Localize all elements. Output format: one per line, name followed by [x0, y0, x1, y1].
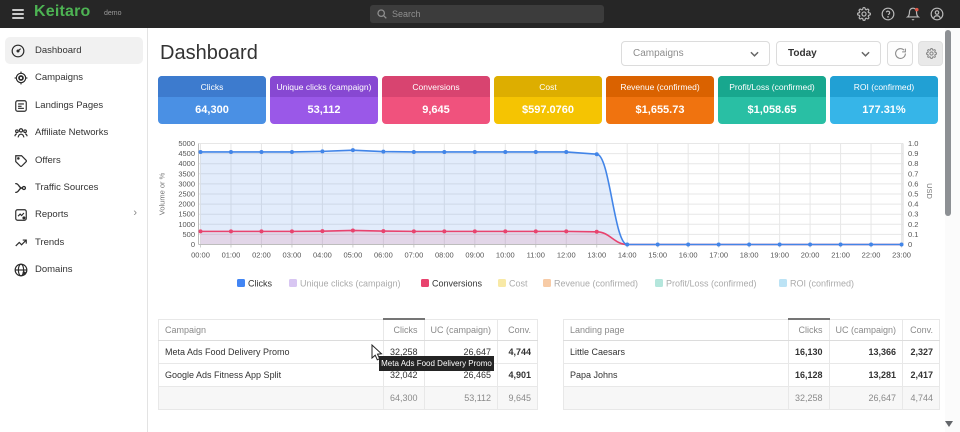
svg-text:0.4: 0.4: [908, 200, 918, 209]
svg-text:0.1: 0.1: [908, 230, 918, 239]
svg-text:2500: 2500: [178, 190, 195, 199]
svg-text:0.2: 0.2: [908, 220, 918, 229]
svg-text:1500: 1500: [178, 210, 195, 219]
svg-text:06:00: 06:00: [374, 251, 393, 260]
svg-text:0: 0: [908, 240, 912, 249]
svg-text:500: 500: [182, 230, 195, 239]
svg-text:08:00: 08:00: [435, 251, 454, 260]
svg-text:19:00: 19:00: [770, 251, 789, 260]
svg-text:Profit/Loss (confirmed): Profit/Loss (confirmed): [666, 279, 757, 289]
svg-text:07:00: 07:00: [404, 251, 423, 260]
svg-text:0.5: 0.5: [908, 190, 918, 199]
svg-text:21:00: 21:00: [831, 251, 850, 260]
svg-text:02:00: 02:00: [252, 251, 271, 260]
svg-text:0.3: 0.3: [908, 210, 918, 219]
svg-text:1000: 1000: [178, 220, 195, 229]
svg-text:09:00: 09:00: [465, 251, 484, 260]
svg-text:Unique clicks (campaign): Unique clicks (campaign): [300, 279, 401, 289]
svg-text:Revenue (confirmed): Revenue (confirmed): [554, 279, 638, 289]
svg-text:16:00: 16:00: [679, 251, 698, 260]
svg-text:23:00: 23:00: [892, 251, 911, 260]
svg-text:Cost: Cost: [509, 279, 528, 289]
svg-text:18:00: 18:00: [740, 251, 759, 260]
svg-text:1.0: 1.0: [908, 139, 918, 148]
svg-text:2000: 2000: [178, 200, 195, 209]
svg-text:Clicks: Clicks: [248, 279, 272, 289]
svg-text:20:00: 20:00: [801, 251, 820, 260]
svg-text:4000: 4000: [178, 159, 195, 168]
svg-text:03:00: 03:00: [283, 251, 302, 260]
svg-text:USD: USD: [925, 183, 934, 199]
svg-text:14:00: 14:00: [618, 251, 637, 260]
svg-text:0.9: 0.9: [908, 149, 918, 158]
svg-text:Conversions: Conversions: [432, 279, 483, 289]
svg-text:5000: 5000: [178, 139, 195, 148]
svg-text:15:00: 15:00: [648, 251, 667, 260]
svg-text:00:00: 00:00: [191, 251, 210, 260]
svg-text:13:00: 13:00: [587, 251, 606, 260]
svg-text:10:00: 10:00: [496, 251, 515, 260]
svg-text:3500: 3500: [178, 169, 195, 178]
svg-text:22:00: 22:00: [862, 251, 881, 260]
svg-text:3000: 3000: [178, 179, 195, 188]
svg-text:Volume or %: Volume or %: [158, 172, 167, 215]
svg-text:04:00: 04:00: [313, 251, 332, 260]
svg-text:01:00: 01:00: [222, 251, 241, 260]
svg-text:05:00: 05:00: [344, 251, 363, 260]
svg-text:11:00: 11:00: [527, 251, 545, 260]
svg-text:0.6: 0.6: [908, 179, 918, 188]
svg-text:0.7: 0.7: [908, 169, 918, 178]
svg-text:17:00: 17:00: [709, 251, 728, 260]
svg-text:ROI (confirmed): ROI (confirmed): [790, 279, 854, 289]
svg-text:0.8: 0.8: [908, 159, 918, 168]
svg-text:12:00: 12:00: [557, 251, 576, 260]
svg-text:4500: 4500: [178, 149, 195, 158]
svg-text:0: 0: [191, 240, 195, 249]
